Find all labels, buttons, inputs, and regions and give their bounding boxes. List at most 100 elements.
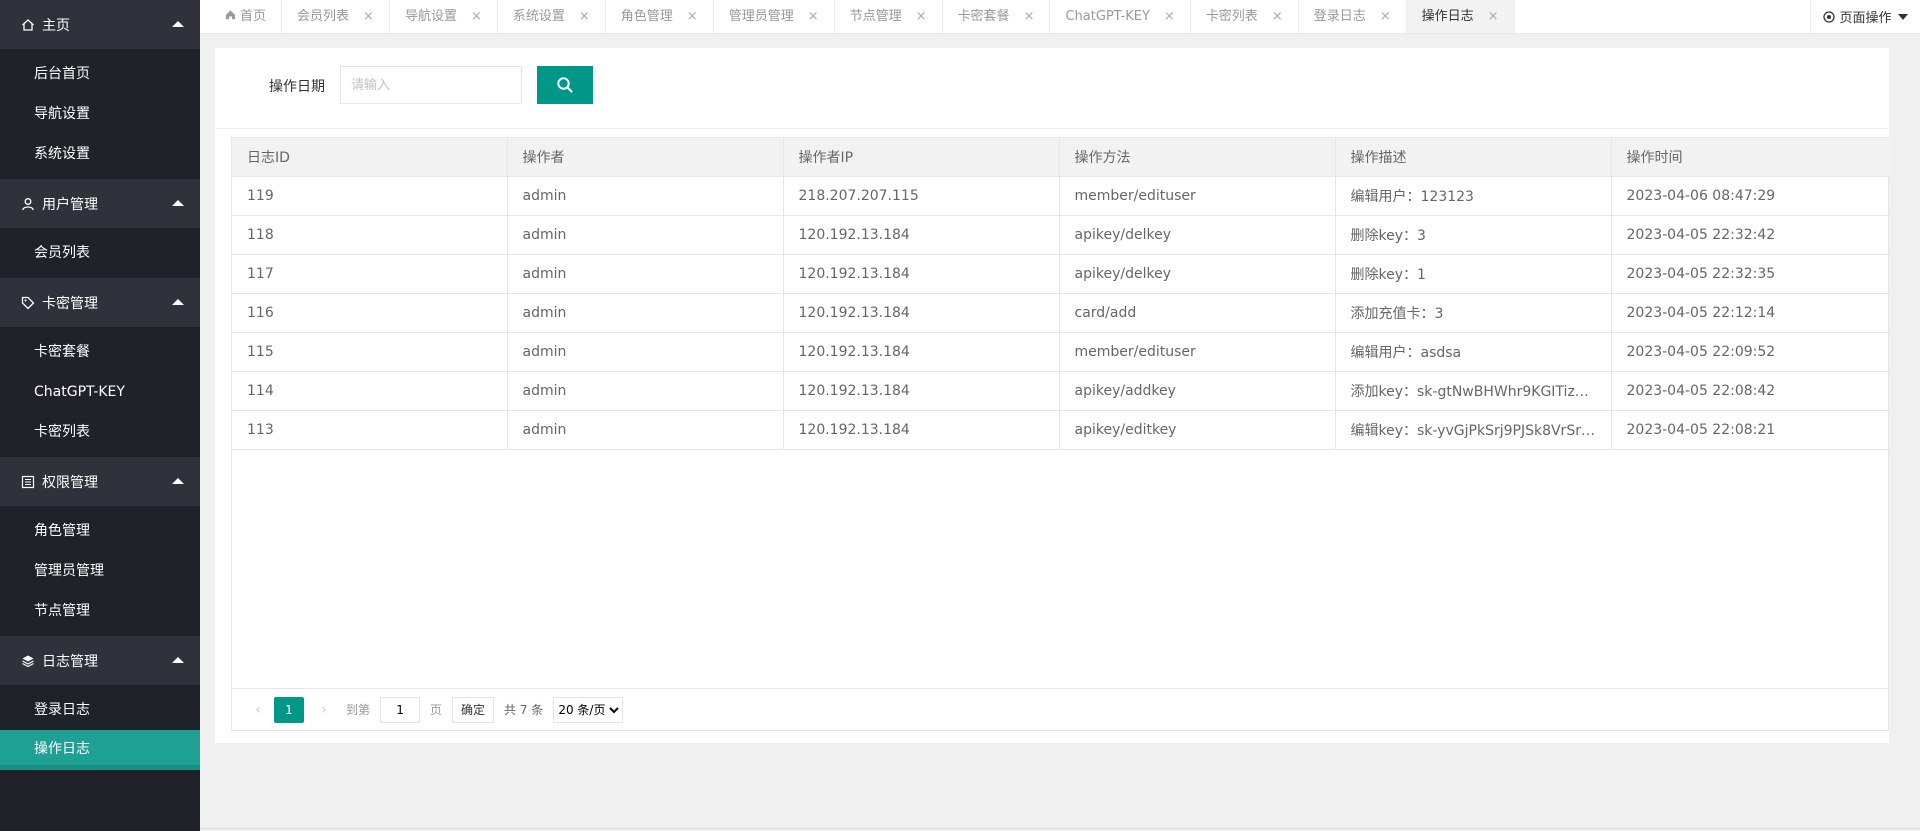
sidebar-section-header[interactable]: 卡密管理 — [0, 278, 200, 327]
close-icon[interactable]: × — [1272, 0, 1283, 33]
table-cell: 2023-04-05 22:32:42 — [1611, 215, 1890, 255]
column-header: 日志ID — [232, 138, 508, 177]
sidebar-section-header[interactable]: 用户管理 — [0, 179, 200, 228]
sidebar-section-items: 角色管理 管理员管理 节点管理 — [0, 506, 200, 636]
main-card: 操作日期 日志ID操作者操作者IP操作方法操作描述操作时间 119admin21… — [215, 48, 1890, 743]
column-header: 操作时间 — [1611, 138, 1890, 177]
tab-label: 节点管理 — [849, 9, 902, 24]
table-cell: apikey/delkey — [1059, 254, 1336, 294]
close-icon[interactable]: × — [1380, 0, 1391, 33]
date-input[interactable] — [340, 66, 522, 104]
table-cell: 2023-04-05 22:32:35 — [1611, 254, 1890, 294]
sidebar-item[interactable]: 登录日志 — [0, 690, 200, 730]
sidebar-item[interactable]: 导航设置 — [0, 94, 200, 134]
sidebar-item[interactable]: 角色管理 — [0, 511, 200, 551]
column-header: 操作者 — [507, 138, 784, 177]
sidebar-section-header[interactable]: 主页 — [0, 0, 200, 49]
table-cell: 2023-04-05 22:09:52 — [1611, 332, 1890, 372]
table-cell: 114 — [232, 371, 508, 411]
goto-page-input[interactable] — [380, 696, 421, 723]
tab-item[interactable]: 首页 — [210, 0, 283, 33]
page-operations-dropdown[interactable]: 页面操作 — [1810, 0, 1920, 33]
page-suffix: 页 — [430, 703, 443, 717]
table-cell: 120.192.13.184 — [783, 254, 1060, 294]
close-icon[interactable]: × — [363, 0, 374, 33]
sidebar-item[interactable]: 会员列表 — [0, 233, 200, 273]
sidebar-section-items: 会员列表 — [0, 228, 200, 278]
close-icon[interactable]: × — [1488, 0, 1499, 33]
sidebar-item[interactable]: ChatGPT-KEY — [0, 372, 200, 412]
table-row: 115 admin 120.192.13.184 member/edituser 编辑用… — [232, 332, 1890, 372]
tab-item[interactable]: 节点管理 × — [835, 0, 943, 33]
permission-icon — [20, 474, 36, 490]
sidebar-section-header[interactable]: 权限管理 — [0, 457, 200, 506]
sidebar-section-header[interactable]: 日志管理 — [0, 636, 200, 685]
table-cell: member/edituser — [1059, 176, 1336, 216]
chevron-up-icon — [172, 657, 184, 663]
close-icon[interactable]: × — [808, 0, 819, 33]
table-cell: 2023-04-06 08:47:29 — [1611, 176, 1890, 216]
table-cell: 2023-04-05 22:08:21 — [1611, 410, 1890, 450]
sidebar-item[interactable]: 节点管理 — [0, 591, 200, 631]
close-icon[interactable]: × — [579, 0, 590, 33]
tab-item[interactable]: 系统设置 × — [498, 0, 606, 33]
table-cell: card/add — [1059, 293, 1336, 333]
prev-page-icon[interactable]: ‹ — [246, 702, 270, 718]
sidebar: 主页 后台首页 导航设置 系统设置 用户管理 会员列表 卡密管理 卡密套餐 ChatGPT-KE… — [0, 0, 200, 831]
tab-item[interactable]: 会员列表 × — [282, 0, 390, 33]
tab-label: 系统设置 — [512, 9, 565, 24]
current-page[interactable]: 1 — [274, 696, 304, 723]
table-row: 113 admin 120.192.13.184 apikey/editkey 编辑ke… — [232, 410, 1890, 450]
table-cell: 113 — [232, 410, 508, 450]
next-page-icon[interactable]: › — [312, 702, 336, 718]
page-size-select[interactable]: 20 条/页 — [553, 696, 624, 723]
sidebar-section-title: 权限管理 — [42, 474, 98, 491]
goto-confirm-button[interactable]: 确定 — [452, 696, 495, 723]
tab-item[interactable]: 导航设置 × — [390, 0, 498, 33]
tab-item[interactable]: ChatGPT-KEY × — [1050, 0, 1191, 33]
pagination: ‹ 1 › 到第 页 确定 共 7 条 20 条/页 — [232, 688, 1888, 730]
sidebar-item[interactable]: 卡密套餐 — [0, 332, 200, 372]
sidebar-section-title: 用户管理 — [42, 196, 98, 213]
footer-divider — [200, 828, 1920, 829]
sidebar-item[interactable]: 卡密列表 — [0, 412, 200, 452]
sidebar-item[interactable]: 后台首页 — [0, 54, 200, 94]
tab-label: 会员列表 — [297, 9, 350, 24]
tab-item[interactable]: 管理员管理 × — [714, 0, 835, 33]
top-tab-bar: 首页 会员列表 × 导航设置 × 系统设置 × 角色管理 × 管理员管理 × 节点管理 × 卡密套餐 × Ch… — [200, 0, 1920, 34]
table-row: 116 admin 120.192.13.184 card/add 添加充值卡：3 202… — [232, 293, 1890, 333]
chevron-up-icon — [172, 478, 184, 484]
target-icon — [1823, 10, 1836, 23]
table-header-row: 日志ID 操作者 操作者IP 操作方法 操作描述 操作时间 — [232, 138, 1890, 177]
sidebar-section-items: 卡密套餐 ChatGPT-KEY 卡密列表 — [0, 327, 200, 457]
table-row: 118 admin 120.192.13.184 apikey/delkey 删除key… — [232, 215, 1890, 255]
close-icon[interactable]: × — [1024, 0, 1035, 33]
table-cell: 添加充值卡：3 — [1335, 293, 1612, 333]
table-cell: admin — [507, 332, 784, 372]
tab-item[interactable]: 操作日志 × — [1406, 0, 1515, 33]
table-cell: apikey/addkey — [1059, 371, 1336, 411]
tab-label: 首页 — [240, 9, 267, 24]
table-cell: 119 — [232, 176, 508, 216]
table-cell: apikey/editkey — [1059, 410, 1336, 450]
sidebar-item[interactable]: 管理员管理 — [0, 551, 200, 591]
tab-item[interactable]: 卡密套餐 × — [943, 0, 1051, 33]
tab-item[interactable]: 卡密列表 × — [1191, 0, 1299, 33]
search-button[interactable] — [537, 66, 593, 104]
sidebar-item[interactable]: 系统设置 — [0, 134, 200, 174]
table-cell: member/edituser — [1059, 332, 1336, 372]
sidebar-item[interactable]: 操作日志 — [0, 730, 200, 770]
close-icon[interactable]: × — [1164, 0, 1175, 33]
chevron-up-icon — [172, 21, 184, 27]
table-cell: 120.192.13.184 — [783, 332, 1060, 372]
tab-item[interactable]: 登录日志 × — [1299, 0, 1407, 33]
tab-label: 登录日志 — [1313, 9, 1366, 24]
home-icon — [20, 17, 36, 33]
close-icon[interactable]: × — [687, 0, 698, 33]
close-icon[interactable]: × — [471, 0, 482, 33]
tab-item[interactable]: 角色管理 × — [606, 0, 714, 33]
table-cell: 120.192.13.184 — [783, 410, 1060, 450]
layers-icon — [20, 653, 36, 669]
close-icon[interactable]: × — [916, 0, 927, 33]
table-row: 119 admin 218.207.207.115 member/edituser 编辑… — [232, 176, 1890, 216]
